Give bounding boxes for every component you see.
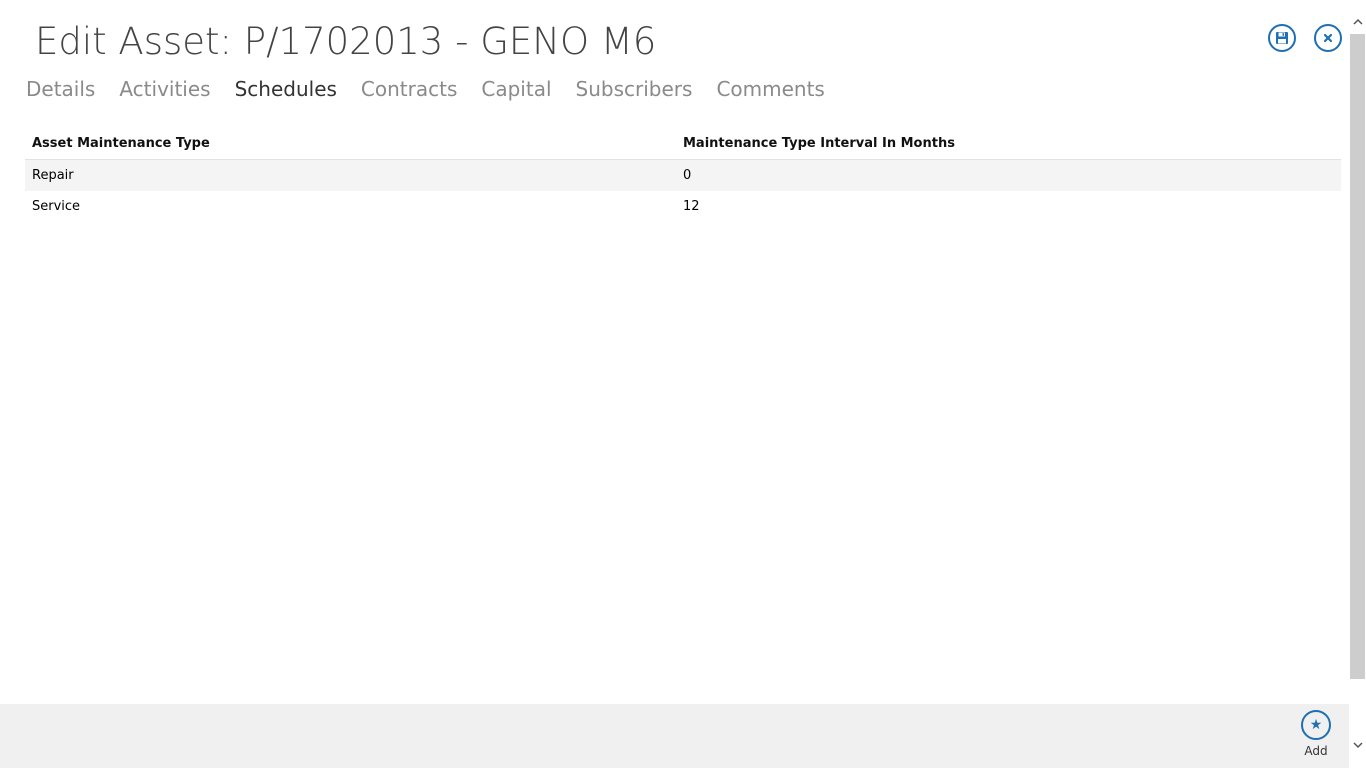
- page-title: Edit Asset: P/1702013 - GENO M6: [35, 20, 657, 63]
- cell-maintenance-type: Repair: [32, 168, 74, 183]
- tab-capital[interactable]: Capital: [481, 74, 551, 104]
- save-button[interactable]: [1268, 24, 1296, 52]
- cell-interval: 0: [683, 168, 692, 183]
- add-label: Add: [1304, 744, 1328, 758]
- column-header-interval[interactable]: Maintenance Type Interval In Months: [683, 136, 1341, 151]
- tab-activities[interactable]: Activities: [119, 74, 210, 104]
- tab-schedules[interactable]: Schedules: [235, 74, 337, 104]
- cell-interval: 12: [683, 199, 700, 214]
- tab-contracts[interactable]: Contracts: [361, 74, 457, 104]
- command-bar: ★ Add: [0, 704, 1349, 768]
- tab-bar: Details Activities Schedules Contracts C…: [26, 74, 825, 104]
- add-button[interactable]: ★ Add: [1298, 710, 1334, 758]
- table-row[interactable]: Repair 0: [25, 160, 1341, 191]
- edit-asset-page: Edit Asset: P/1702013 - GENO M6 Details …: [0, 0, 1366, 768]
- tab-comments[interactable]: Comments: [716, 74, 824, 104]
- top-actions: [1268, 24, 1342, 52]
- save-icon: [1276, 32, 1288, 44]
- tab-subscribers[interactable]: Subscribers: [576, 74, 693, 104]
- scroll-thumb[interactable]: [1350, 34, 1365, 679]
- close-icon: [1323, 33, 1333, 43]
- scroll-down-icon[interactable]: [1349, 737, 1366, 754]
- tab-details[interactable]: Details: [26, 74, 95, 104]
- column-header-maintenance-type[interactable]: Asset Maintenance Type: [25, 136, 683, 151]
- cell-maintenance-type: Service: [32, 199, 81, 214]
- schedules-table: Asset Maintenance Type Maintenance Type …: [25, 127, 1341, 222]
- star-icon: ★: [1301, 710, 1331, 740]
- table-header-row: Asset Maintenance Type Maintenance Type …: [25, 127, 1341, 160]
- table-row[interactable]: Service 12: [25, 191, 1341, 222]
- close-button[interactable]: [1314, 24, 1342, 52]
- vertical-scrollbar[interactable]: [1349, 0, 1366, 768]
- scroll-up-icon[interactable]: [1349, 13, 1366, 30]
